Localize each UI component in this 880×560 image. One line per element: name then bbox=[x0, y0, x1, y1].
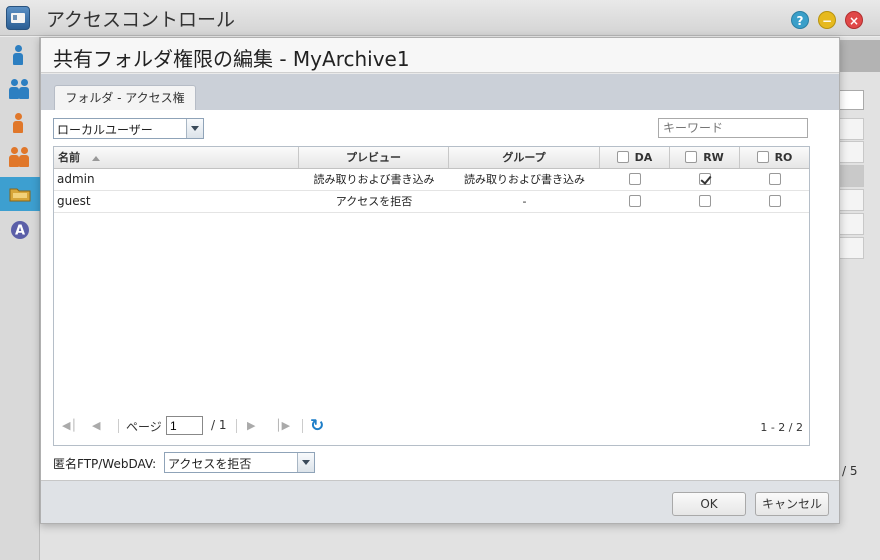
permissions-grid: 名前 プレビュー グループ DA RW RO admin 読み取りおよび書き込み bbox=[53, 146, 810, 446]
app-titlebar: アクセスコントロール ? − × bbox=[0, 0, 880, 36]
background-pager-text: / 5 bbox=[842, 464, 858, 478]
sidebar-item-shared-folders[interactable] bbox=[0, 177, 40, 211]
access-control-app-icon bbox=[6, 6, 30, 30]
tab-bar: フォルダ - アクセス権 bbox=[41, 74, 839, 110]
sidebar-item-domain-groups[interactable] bbox=[0, 141, 40, 175]
column-header-da-label: DA bbox=[634, 151, 653, 164]
anonymous-ftp-webdav-label: 匿名FTP/WebDAV: bbox=[53, 457, 157, 471]
separator bbox=[302, 419, 303, 433]
grid-header: 名前 プレビュー グループ DA RW RO bbox=[54, 147, 809, 169]
preview-permission: アクセスを拒否 bbox=[335, 195, 413, 208]
first-page-icon[interactable]: ◀│ bbox=[62, 419, 77, 432]
da-cell bbox=[600, 169, 670, 190]
user-type-select-value: ローカルユーザー bbox=[57, 123, 153, 137]
user-name: admin bbox=[57, 172, 95, 186]
dialog-title: 共有フォルダ権限の編集 - MyArchive1 bbox=[41, 38, 839, 73]
separator bbox=[236, 419, 237, 433]
ro-cell bbox=[740, 169, 809, 190]
rw-cell bbox=[670, 169, 740, 190]
rw-checkbox[interactable] bbox=[699, 173, 711, 185]
ro-cell bbox=[740, 191, 809, 212]
da-checkbox[interactable] bbox=[629, 173, 641, 185]
background-row bbox=[838, 141, 864, 163]
edit-share-permissions-dialog: 共有フォルダ権限の編集 - MyArchive1 フォルダ - アクセス権 ロー… bbox=[40, 37, 840, 524]
previous-page-icon[interactable]: ◀ bbox=[92, 419, 100, 432]
svg-text:A: A bbox=[15, 224, 25, 239]
background-row bbox=[838, 213, 864, 235]
page-label: ページ bbox=[126, 420, 162, 434]
refresh-icon[interactable]: ↻ bbox=[310, 416, 324, 436]
rw-checkbox[interactable] bbox=[699, 195, 711, 207]
ro-checkbox[interactable] bbox=[768, 195, 781, 207]
shared-folder-icon bbox=[9, 188, 31, 202]
da-checkbox[interactable] bbox=[629, 195, 641, 207]
help-button[interactable]: ? bbox=[791, 11, 809, 29]
background-row bbox=[838, 189, 864, 211]
background-row bbox=[838, 165, 864, 187]
pagination-info: 1 - 2 / 2 bbox=[760, 421, 803, 434]
sidebar-item-advanced[interactable]: A bbox=[0, 213, 40, 247]
user-type-select[interactable]: ローカルユーザー bbox=[53, 118, 204, 139]
background-row bbox=[838, 118, 864, 140]
anonymous-access-select[interactable]: アクセスを拒否 bbox=[164, 452, 315, 473]
column-header-preview[interactable]: プレビュー bbox=[299, 147, 449, 168]
last-page-icon[interactable]: │▶ bbox=[275, 419, 290, 432]
advanced-icon: A bbox=[11, 221, 29, 239]
minimize-button[interactable]: − bbox=[818, 11, 836, 29]
close-button[interactable]: × bbox=[845, 11, 863, 29]
table-row[interactable]: admin 読み取りおよび書き込み 読み取りおよび書き込み bbox=[54, 169, 809, 191]
column-header-ro-label: RO bbox=[774, 151, 793, 164]
page-number-input[interactable] bbox=[166, 416, 203, 435]
pagination-bar: ◀│ ◀ ページ / 1 ▶ │▶ ↻ 1 - 2 / 2 bbox=[54, 413, 809, 441]
column-header-rw[interactable]: RW bbox=[670, 147, 740, 168]
table-row[interactable]: guest アクセスを拒否 - bbox=[54, 191, 809, 213]
cancel-button[interactable]: キャンセル bbox=[755, 492, 829, 516]
group-permission: 読み取りおよび書き込み bbox=[464, 173, 585, 186]
dialog-footer: OK キャンセル bbox=[41, 480, 839, 523]
ok-button[interactable]: OK bbox=[672, 492, 746, 516]
dialog-content: ローカルユーザー 名前 プレビュー グループ DA RW RO bbox=[41, 110, 839, 480]
total-pages: / 1 bbox=[211, 418, 227, 432]
chevron-down-icon bbox=[297, 453, 314, 472]
anonymous-access-select-value: アクセスを拒否 bbox=[168, 457, 252, 471]
sort-ascending-icon bbox=[91, 155, 100, 161]
sidebar-item-groups[interactable] bbox=[0, 73, 40, 107]
rw-cell bbox=[670, 191, 740, 212]
keyword-search-input[interactable] bbox=[658, 118, 808, 138]
user-name: guest bbox=[57, 194, 91, 208]
background-header bbox=[836, 40, 880, 72]
background-row bbox=[838, 237, 864, 259]
app-title: アクセスコントロール bbox=[46, 9, 236, 31]
column-header-da[interactable]: DA bbox=[600, 147, 670, 168]
column-header-name[interactable]: 名前 bbox=[54, 147, 299, 168]
sidebar-item-domain-users[interactable] bbox=[0, 107, 40, 141]
next-page-icon[interactable]: ▶ bbox=[247, 419, 255, 432]
column-header-group[interactable]: グループ bbox=[449, 147, 600, 168]
sidebar-item-users[interactable] bbox=[0, 39, 40, 73]
group-permission: - bbox=[522, 195, 527, 208]
ro-checkbox[interactable] bbox=[768, 173, 781, 185]
rw-select-all-checkbox[interactable] bbox=[685, 151, 698, 163]
tab-folder-access[interactable]: フォルダ - アクセス権 bbox=[54, 85, 196, 110]
background-search-input bbox=[838, 90, 864, 110]
column-header-name-label: 名前 bbox=[58, 151, 80, 164]
column-header-ro[interactable]: RO bbox=[740, 147, 809, 168]
separator bbox=[118, 419, 119, 433]
preview-permission: 読み取りおよび書き込み bbox=[313, 173, 435, 186]
chevron-down-icon bbox=[186, 119, 203, 138]
sidebar: A bbox=[0, 37, 40, 560]
da-select-all-checkbox[interactable] bbox=[616, 151, 629, 163]
da-cell bbox=[600, 191, 670, 212]
ro-select-all-checkbox[interactable] bbox=[756, 151, 769, 163]
column-header-rw-label: RW bbox=[703, 151, 724, 164]
